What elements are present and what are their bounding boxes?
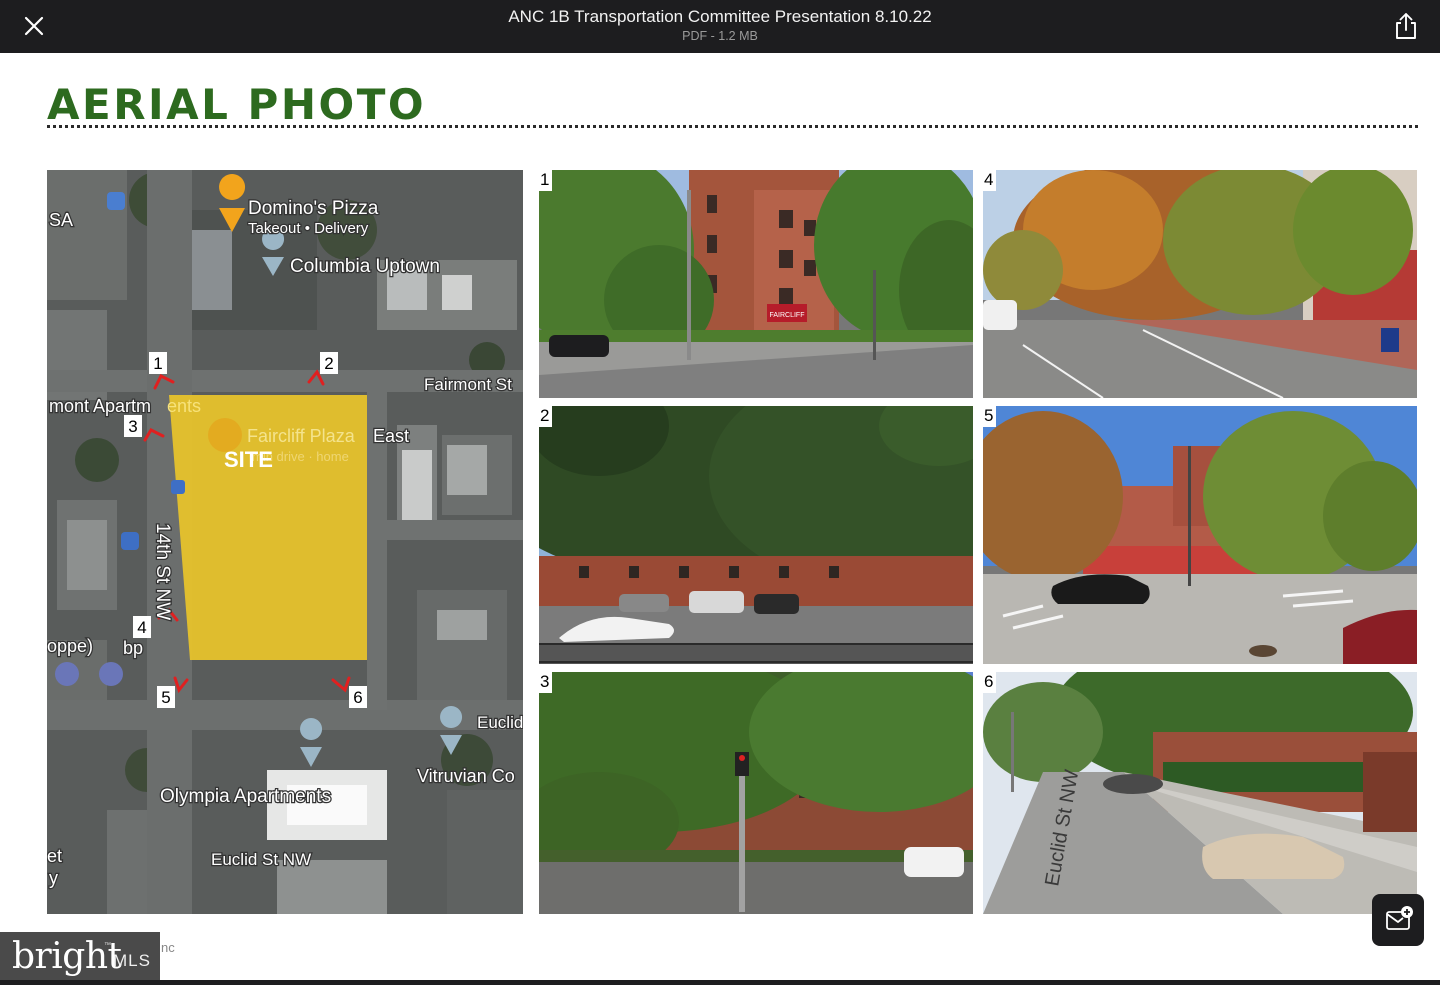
street-photo-2: 2 bbox=[539, 406, 973, 664]
map-label-14th-st: 14th St NW bbox=[152, 523, 173, 620]
map-marker-2: 2 bbox=[324, 354, 333, 373]
map-label-sa: SA bbox=[49, 210, 73, 230]
map-marker-4: 4 bbox=[137, 618, 146, 637]
street-photo-3: 3 bbox=[539, 672, 973, 914]
bright-logo-mls: MLS bbox=[113, 951, 151, 970]
add-to-inbox-icon bbox=[1386, 906, 1413, 930]
photo-1-number: 1 bbox=[539, 170, 553, 191]
photo-3-number: 3 bbox=[539, 672, 553, 693]
street-photo-4: 4 bbox=[983, 170, 1417, 398]
map-label-columbia-uptown: Columbia Uptown bbox=[290, 256, 440, 277]
document-title: ANC 1B Transportation Committee Presenta… bbox=[508, 7, 932, 26]
map-marker-5: 5 bbox=[161, 688, 170, 707]
photo-1-building-sign: FAIRCLIFF bbox=[769, 312, 804, 319]
street-photo-1: FAIRCLIFF 1 bbox=[539, 170, 973, 398]
map-label-fairmont-st: Fairmont St bbox=[424, 375, 512, 394]
map-label-vitruvian: Vitruvian Co bbox=[417, 766, 515, 786]
heading-divider bbox=[47, 125, 1418, 128]
map-label-olympia: Olympia Apartments bbox=[160, 786, 331, 807]
map-label-dominos-sub: Takeout • Delivery bbox=[248, 220, 369, 237]
map-label-apartments-faded: ents bbox=[167, 396, 201, 416]
street-photo-6: Euclid St NW 6 bbox=[983, 672, 1417, 914]
map-label-oppe: oppe) bbox=[47, 636, 93, 656]
footer-text-fragment: nc bbox=[161, 940, 175, 955]
map-label-et: et bbox=[47, 846, 62, 866]
document-meta: PDF - 1.2 MB bbox=[682, 29, 758, 43]
map-marker-6: 6 bbox=[353, 688, 362, 707]
document-title-block: ANC 1B Transportation Committee Presenta… bbox=[0, 7, 1440, 44]
map-label-faircliff: Faircliff Plaza bbox=[247, 426, 356, 446]
slide-heading: AERIAL PHOTO bbox=[47, 80, 427, 129]
photo-6-number: 6 bbox=[983, 672, 997, 693]
aerial-map: 1 2 3 4 5 6 Domino's Pizza Takeout • Del… bbox=[47, 170, 523, 914]
photo-5-number: 5 bbox=[983, 406, 997, 427]
map-label-euclid-2: Euclid bbox=[477, 713, 523, 732]
share-button[interactable] bbox=[1392, 11, 1420, 41]
map-marker-3: 3 bbox=[128, 417, 137, 436]
viewer-top-bar: ANC 1B Transportation Committee Presenta… bbox=[0, 0, 1440, 53]
bottom-strip bbox=[0, 980, 1440, 985]
map-label-euclid-st: Euclid St NW bbox=[211, 850, 311, 869]
bright-logo-tm: ™ bbox=[104, 942, 111, 949]
map-label-dominos: Domino's Pizza bbox=[248, 198, 379, 219]
street-photo-5: 5 bbox=[983, 406, 1417, 664]
bright-mls-logo: bright ™ MLS bbox=[0, 932, 160, 985]
map-label-bp: bp bbox=[123, 638, 143, 658]
photo-2-number: 2 bbox=[539, 406, 553, 427]
map-label-mont-apartments: mont Apartm bbox=[49, 396, 151, 416]
pdf-page: AERIAL PHOTO 1 2 3 4 5 6 Domino's Pizza … bbox=[0, 53, 1440, 980]
add-to-inbox-button[interactable] bbox=[1372, 894, 1424, 946]
photo-4-number: 4 bbox=[983, 170, 997, 191]
site-label: SITE bbox=[224, 447, 273, 472]
map-label-faircliff-east: East bbox=[373, 426, 409, 446]
map-label-y: y bbox=[49, 868, 58, 888]
share-icon bbox=[1396, 13, 1416, 39]
map-marker-1: 1 bbox=[153, 354, 162, 373]
